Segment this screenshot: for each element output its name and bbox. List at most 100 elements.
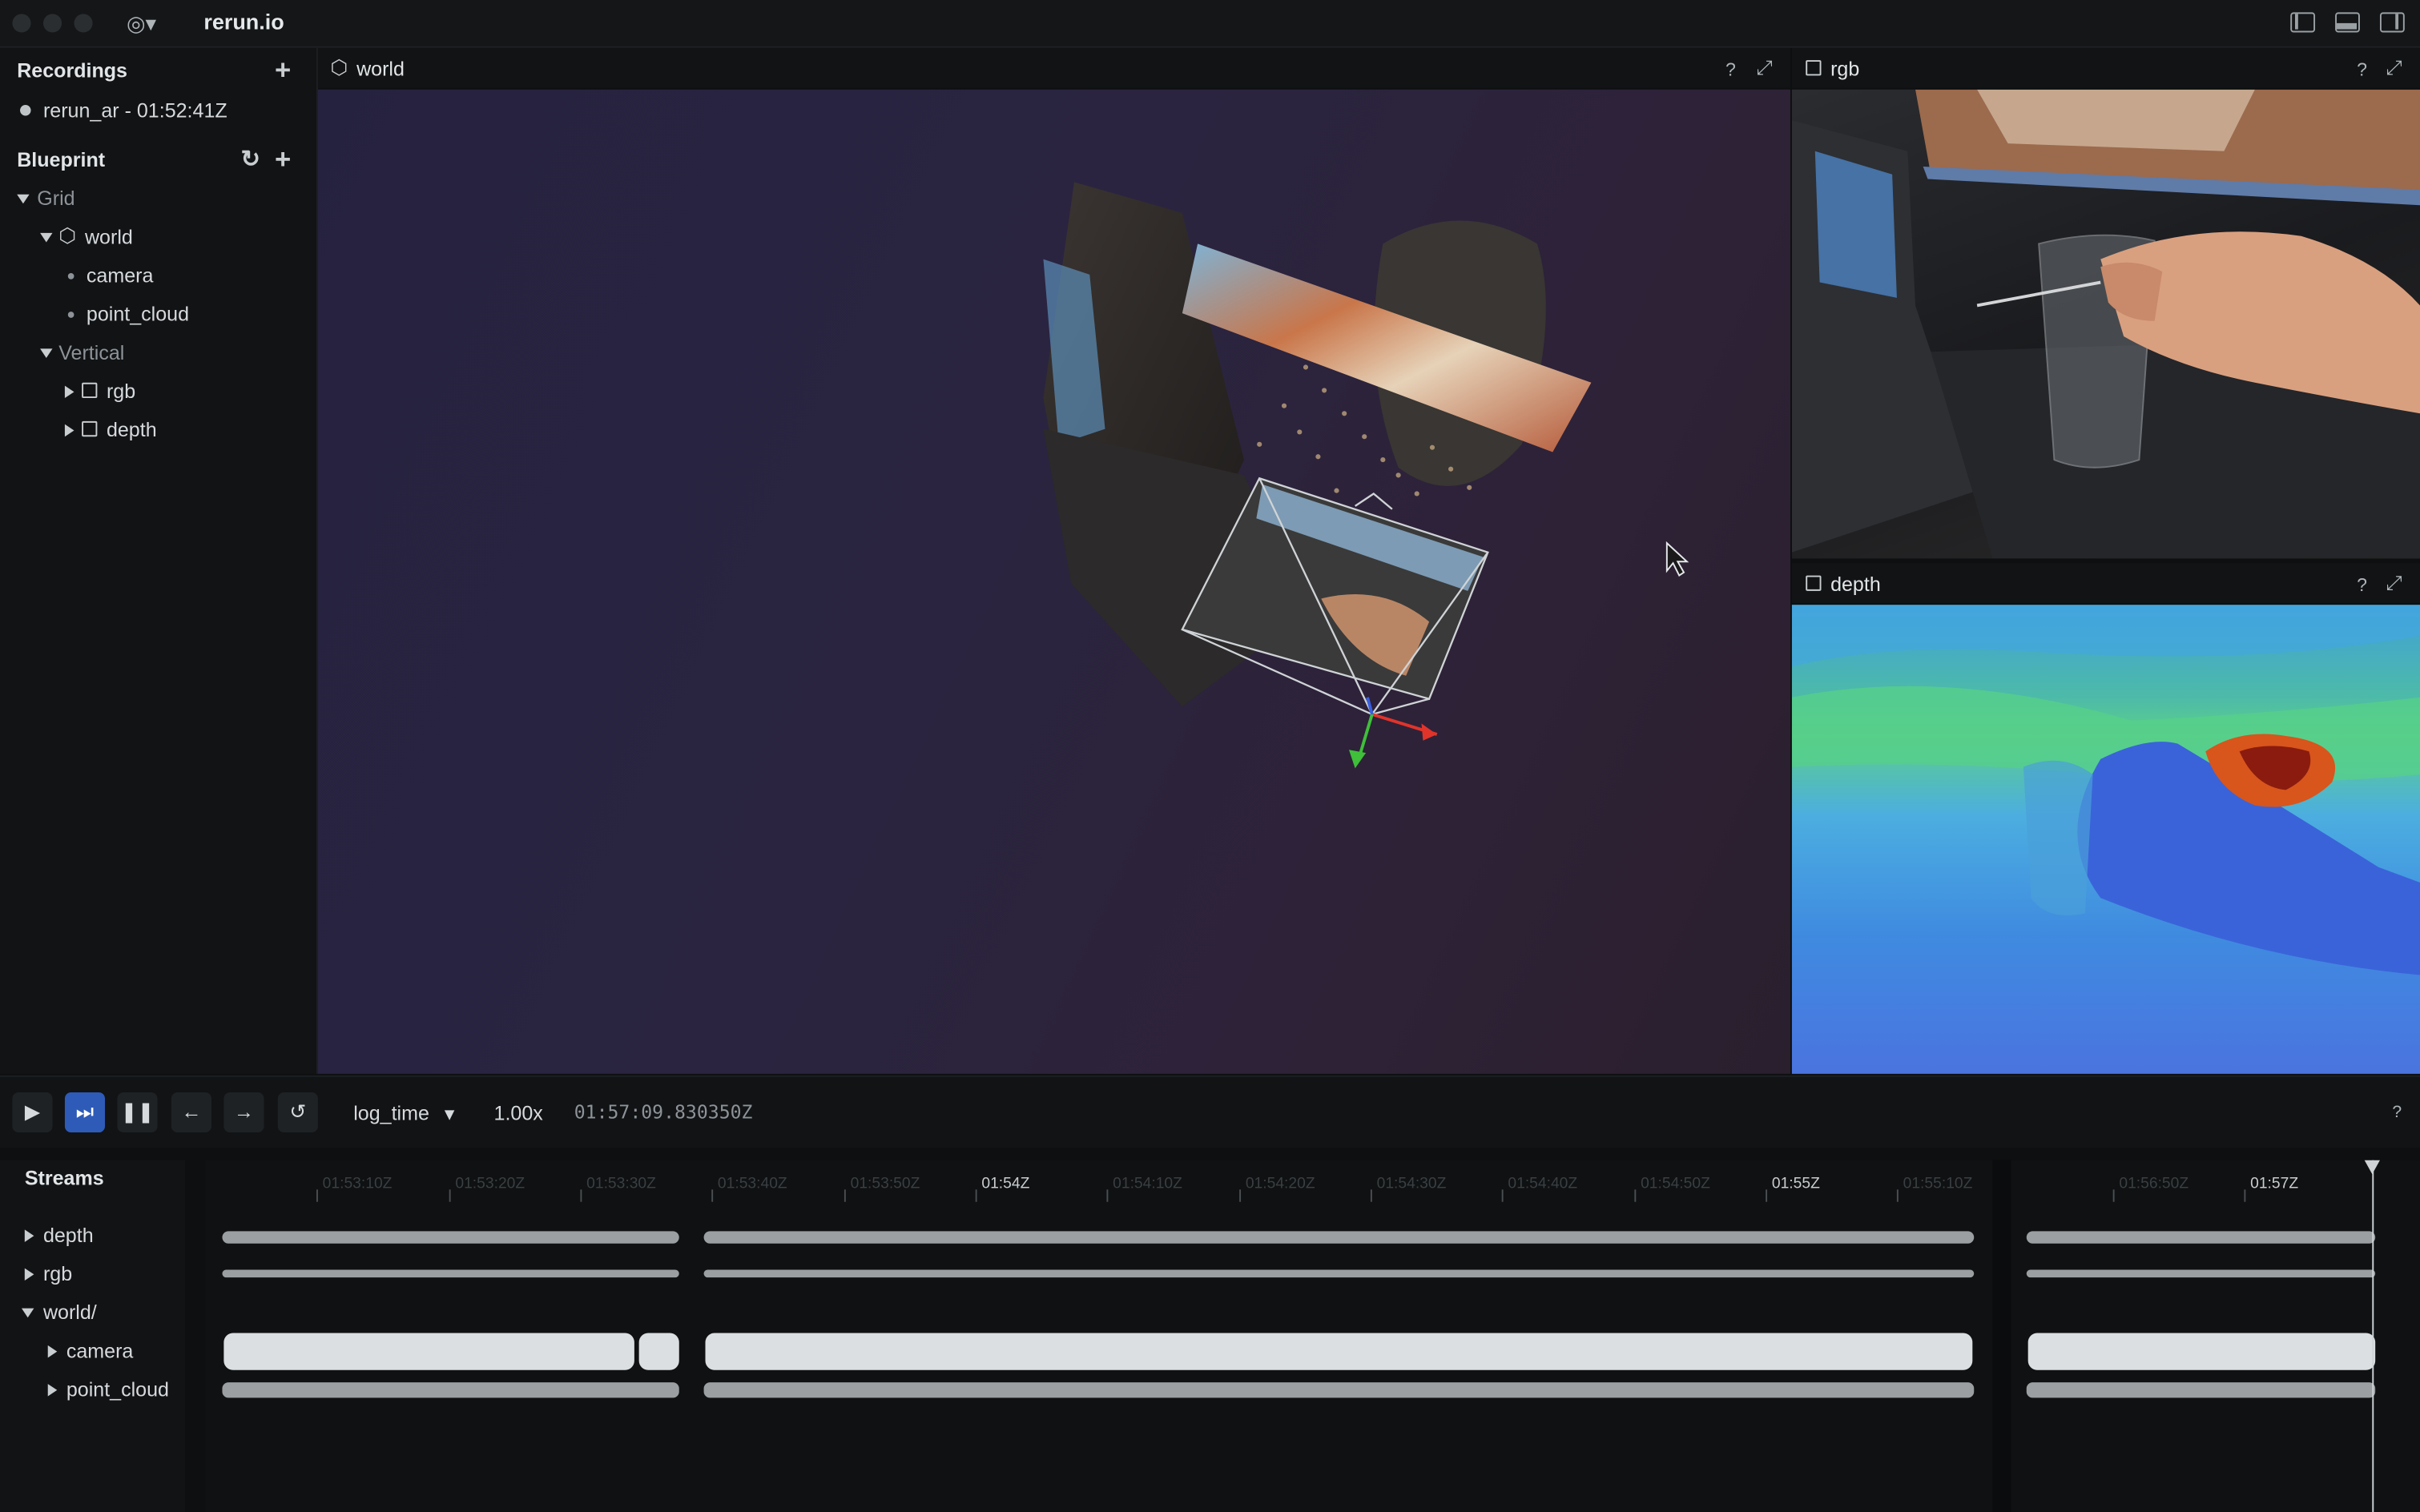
stream-label: point_cloud: [66, 1377, 169, 1401]
follow-button[interactable]: ⏭: [64, 1092, 106, 1133]
toggle-left-panel-icon[interactable]: [2290, 12, 2316, 33]
chevron-right-icon[interactable]: [64, 385, 74, 399]
tick-mark: [1896, 1189, 1899, 1202]
playback-speed[interactable]: 1.00x: [494, 1102, 543, 1125]
tick-mark: [2112, 1189, 2115, 1202]
chevron-right-icon[interactable]: [24, 1229, 34, 1242]
world-3d-viewport[interactable]: [317, 89, 1790, 1074]
minimize-window-button[interactable]: [42, 14, 62, 33]
chevron-down-icon[interactable]: [40, 232, 53, 243]
entity-dot-icon: [67, 272, 74, 279]
laptop-screen: [1814, 151, 1897, 298]
tree-item-label: depth: [106, 418, 157, 441]
loop-button[interactable]: ↺: [277, 1092, 318, 1133]
toggle-right-panel-icon[interactable]: [2379, 12, 2405, 33]
stream-item-depth[interactable]: depth: [0, 1219, 185, 1253]
tree-item-camera[interactable]: camera: [0, 259, 316, 293]
toggle-bottom-panel-icon[interactable]: [2335, 12, 2360, 33]
app-title: rerun.io: [203, 9, 284, 34]
tick-mark: [1634, 1189, 1637, 1202]
image-view-icon: [82, 382, 98, 399]
help-icon[interactable]: ?: [2392, 1103, 2402, 1121]
tree-item-label: Grid: [37, 187, 75, 211]
tick-mark: [316, 1189, 318, 1202]
current-time[interactable]: 01:57:09.830350Z: [574, 1102, 753, 1124]
stream-label: world/: [42, 1301, 97, 1324]
playhead-line[interactable]: [2372, 1160, 2374, 1512]
tick-label: 01:56:50Z: [2119, 1175, 2189, 1193]
app-window: ◎▾ rerun.io Recordings + rerun_ar - 01:5…: [0, 0, 2420, 1512]
tree-item-point-cloud[interactable]: point_cloud: [0, 298, 316, 332]
point-cloud-scene: [1043, 182, 1689, 769]
playhead-handle-icon[interactable]: [2364, 1160, 2380, 1175]
tree-item-vertical[interactable]: Vertical: [0, 336, 316, 370]
tick-mark: [1239, 1189, 1242, 1202]
help-icon[interactable]: ?: [1725, 58, 1736, 80]
view-title: rgb: [1830, 57, 1860, 81]
tick-label: 01:54:50Z: [1641, 1175, 1710, 1193]
step-forward-button[interactable]: →: [223, 1092, 264, 1133]
stream-bar-point-cloud: [222, 1382, 679, 1398]
recordings-header: Recordings +: [0, 51, 316, 91]
chevron-right-icon[interactable]: [64, 424, 74, 437]
step-back-button[interactable]: ←: [171, 1092, 211, 1133]
tick-label: 01:53:10Z: [322, 1175, 393, 1193]
tree-item-grid[interactable]: Grid: [0, 182, 316, 215]
tick-label: 01:57Z: [2250, 1175, 2299, 1193]
play-button[interactable]: ▶: [12, 1092, 53, 1133]
add-view-icon[interactable]: +: [275, 145, 291, 173]
add-recording-icon[interactable]: +: [275, 55, 291, 83]
mouse-cursor-icon: [1665, 541, 1689, 577]
tick-mark: [1766, 1189, 1768, 1202]
help-icon[interactable]: ?: [2357, 574, 2367, 596]
tab-world[interactable]: ⬡ world ? ⤢: [317, 47, 1790, 88]
tick-label: 01:54:40Z: [1508, 1175, 1578, 1193]
maximize-icon[interactable]: ⤢: [2386, 571, 2402, 596]
maximize-icon[interactable]: ⤢: [1757, 55, 1773, 80]
streams-title: Streams: [24, 1166, 104, 1190]
tree-item-world[interactable]: ⬡ world: [0, 220, 316, 254]
chevron-down-icon[interactable]: [21, 1308, 34, 1318]
tree-item-label: Vertical: [58, 340, 125, 364]
wallpaper-highlight: [1977, 89, 2255, 151]
tick-mark: [580, 1189, 582, 1202]
stream-bar-point-cloud: [2026, 1382, 2376, 1398]
chevron-down-icon[interactable]: [40, 348, 53, 358]
tab-depth[interactable]: depth ? ⤢: [1791, 563, 2420, 604]
depth-glass-region: [2023, 760, 2093, 915]
chevron-down-icon[interactable]: [17, 194, 30, 204]
close-window-button[interactable]: [12, 14, 31, 33]
time-control-bar: ▶ ⏭ ❚❚ ← → ↺ log_time ▼ 1.00x 01:57:09.8…: [0, 1075, 2420, 1148]
tick-mark: [1370, 1189, 1372, 1202]
tick-mark: [844, 1189, 846, 1202]
chevron-right-icon[interactable]: [24, 1268, 34, 1281]
timeline-selector[interactable]: log_time ▼: [353, 1102, 457, 1125]
depth-top-region: [1791, 605, 2420, 667]
zoom-window-button[interactable]: [74, 14, 93, 33]
recording-item[interactable]: rerun_ar - 01:52:41Z: [0, 94, 316, 128]
rerun-logo-icon[interactable]: ◎▾: [127, 10, 156, 37]
stream-bar-depth: [222, 1231, 679, 1244]
reset-blueprint-icon[interactable]: ↻: [241, 148, 260, 171]
rgb-image-view[interactable]: [1791, 89, 2420, 559]
stream-item-point-cloud[interactable]: point_cloud: [0, 1373, 185, 1407]
stream-item-camera[interactable]: camera: [0, 1334, 185, 1368]
tick-label: 01:54Z: [981, 1175, 1030, 1193]
help-icon[interactable]: ?: [2357, 58, 2367, 80]
chevron-right-icon[interactable]: [47, 1345, 58, 1358]
pause-button[interactable]: ❚❚: [117, 1092, 158, 1133]
recordings-title: Recordings: [17, 58, 127, 82]
stream-bar-camera: [638, 1333, 679, 1370]
tree-item-label: world: [84, 225, 133, 249]
stream-item-world[interactable]: world/: [0, 1296, 185, 1329]
tree-item-rgb[interactable]: rgb: [0, 375, 316, 408]
stream-label: rgb: [42, 1261, 73, 1285]
tab-rgb[interactable]: rgb ? ⤢: [1791, 47, 2420, 88]
tree-item-depth[interactable]: depth: [0, 413, 316, 447]
stream-item-rgb[interactable]: rgb: [0, 1257, 185, 1291]
stream-bar-camera: [705, 1333, 1973, 1370]
depth-image-view[interactable]: [1791, 605, 2420, 1074]
tick-label: 01:53:40Z: [717, 1175, 787, 1193]
chevron-right-icon[interactable]: [47, 1384, 58, 1397]
maximize-icon[interactable]: ⤢: [2386, 55, 2402, 80]
